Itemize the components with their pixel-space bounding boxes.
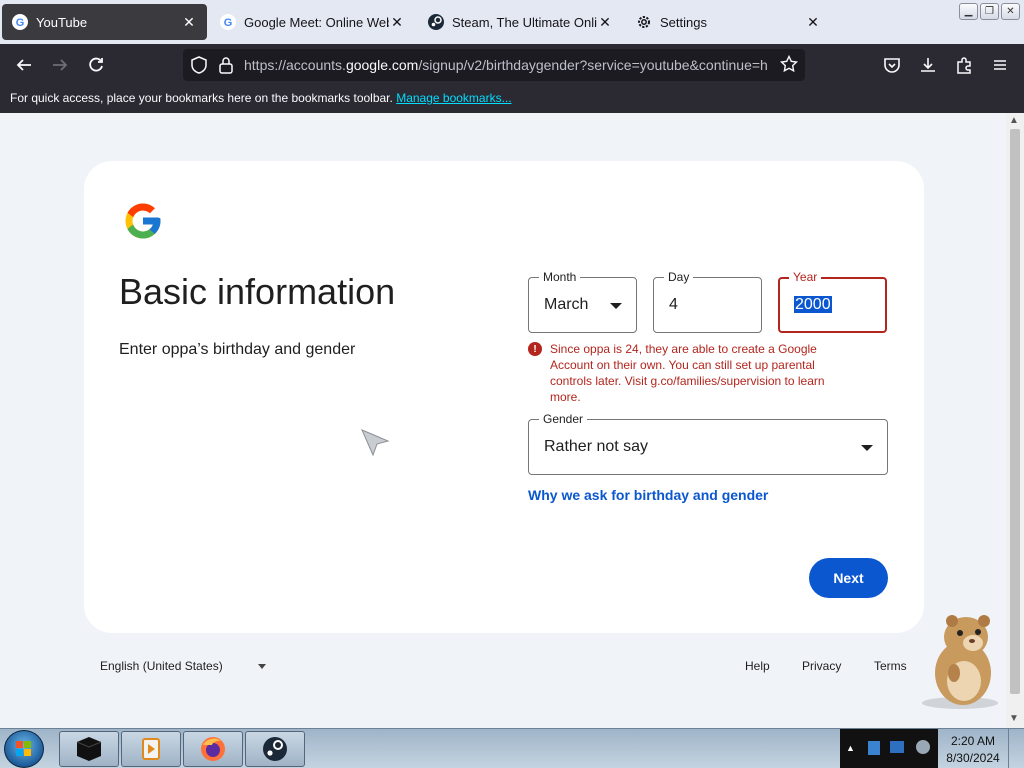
lock-icon[interactable] [218,56,234,79]
tab-title: Steam, The Ultimate Online [452,14,597,30]
tray-app-icon[interactable] [868,741,880,755]
taskbar-app-firefox[interactable] [183,731,243,767]
year-field[interactable]: Year 2000 [778,270,887,333]
page-title: Basic information [119,271,396,312]
url-text[interactable]: https://accounts.google.com/signup/v2/bi… [244,57,774,73]
black-box-icon [76,737,102,761]
taskbar-app-terminal[interactable] [59,731,119,767]
why-we-ask-link[interactable]: Why we ask for birthday and gender [528,487,768,503]
svg-text:G: G [16,17,25,29]
google-g-icon: G [220,14,236,30]
shield-icon[interactable] [190,56,208,79]
tab-title: YouTube [36,14,88,30]
dropdown-caret-icon [610,303,622,309]
tab-steam[interactable]: Steam, The Ultimate Online ✕ [418,4,623,40]
page-subtitle: Enter oppa’s birthday and gender [119,341,356,358]
extensions-icon[interactable] [949,50,979,80]
bookmark-star-icon[interactable] [779,54,799,78]
privacy-link[interactable]: Privacy [802,659,841,673]
address-bar[interactable]: https://accounts.google.com/signup/v2/bi… [183,49,805,81]
google-g-icon: G [12,14,28,30]
day-field[interactable]: Day 4 [653,270,762,333]
day-value: 4 [669,296,678,313]
error-text: Since oppa is 24, they are able to creat… [550,342,825,404]
pocket-icon[interactable] [877,50,907,80]
gender-select[interactable]: Gender Rather not say [528,412,888,475]
year-label: Year [789,270,822,284]
error-message: ! Since oppa is 24, they are able to cre… [528,341,838,405]
network-icon[interactable] [890,741,904,753]
gender-label: Gender [539,412,588,426]
language-selector[interactable]: English (United States) [100,659,223,673]
tab-youtube[interactable]: G YouTube ✕ [2,4,207,40]
media-player-icon [142,738,160,760]
taskbar-app-steam[interactable] [245,731,305,767]
navigation-toolbar: https://accounts.google.com/signup/v2/bi… [0,44,1024,86]
menu-icon[interactable] [985,50,1015,80]
clock-date: 8/30/2024 [946,751,1000,765]
url-domain: google.com [345,57,419,73]
manage-bookmarks-link[interactable]: Manage bookmarks... [396,91,511,105]
tab-settings[interactable]: Settings ✕ [626,4,831,40]
close-tab-icon[interactable]: ✕ [597,14,613,31]
steam-icon [428,14,444,30]
url-prefix: https://accounts. [244,57,346,73]
close-tab-icon[interactable]: ✕ [181,14,197,31]
month-label: Month [539,270,581,284]
start-button[interactable] [4,730,44,768]
bookmarks-toolbar: For quick access, place your bookmarks h… [0,86,1024,113]
close-window-icon[interactable]: ✕ [1001,3,1020,20]
month-value: March [544,296,589,313]
clock-time: 2:20 AM [950,734,996,748]
show-desktop-button[interactable] [1008,729,1024,768]
dropdown-caret-icon [861,445,873,451]
minimize-icon[interactable]: ▁ [959,3,978,20]
gear-icon [636,14,652,30]
back-arrow-icon[interactable] [9,50,39,80]
year-value-wrap: 2000 [794,296,832,314]
bookmarks-hint: For quick access, place your bookmarks h… [10,91,393,105]
page-content: Basic information Enter oppa’s birthday … [0,113,1006,728]
window-controls: ▁ ❐ ✕ [959,3,1020,20]
chevron-down-icon[interactable] [258,664,266,669]
windows-taskbar: ▲ 2:20 AM 8/30/2024 [0,728,1024,768]
downloads-icon[interactable] [913,50,943,80]
windows-logo-icon [16,741,31,756]
signup-card: Basic information Enter oppa’s birthday … [84,161,924,633]
firefox-icon [201,737,225,761]
page-scrollbar[interactable]: ▲ ▼ [1006,113,1024,728]
forward-arrow-icon[interactable] [45,50,75,80]
taskbar-clock[interactable]: 2:20 AM 8/30/2024 [940,733,1006,767]
close-tab-icon[interactable]: ✕ [389,14,405,31]
help-link[interactable]: Help [745,659,770,673]
url-path: /signup/v2/birthdaygender?service=youtub… [418,57,768,73]
day-label: Day [664,270,694,284]
tab-title: Settings [660,14,707,30]
tab-google-meet[interactable]: G Google Meet: Online Web and ✕ [210,4,415,40]
terms-link[interactable]: Terms [874,659,907,673]
google-logo-icon [125,203,161,239]
gender-value: Rather not say [544,438,649,455]
volume-icon[interactable] [916,740,930,754]
scroll-down-icon[interactable]: ▼ [1009,713,1019,724]
reload-icon[interactable] [81,50,111,80]
pointer-cursor-icon [361,429,390,457]
month-select[interactable]: Month March [528,270,637,333]
error-icon: ! [528,342,542,356]
taskbar-app-media[interactable] [121,731,181,767]
next-button[interactable]: Next [809,558,888,598]
svg-text:G: G [224,17,233,29]
restore-icon[interactable]: ❐ [980,3,999,20]
scrollbar-thumb[interactable] [1010,129,1020,694]
year-value: 2000 [794,296,832,313]
system-tray: ▲ [840,729,938,768]
close-tab-icon[interactable]: ✕ [805,14,821,31]
steam-icon [263,737,287,761]
scroll-up-icon[interactable]: ▲ [1009,115,1019,126]
tab-title: Google Meet: Online Web and [244,14,389,30]
show-hidden-icons-icon[interactable]: ▲ [846,743,855,753]
tab-bar: G YouTube ✕ G Google Meet: Online Web an… [0,0,1024,44]
hamster-sticker-icon [922,615,998,709]
